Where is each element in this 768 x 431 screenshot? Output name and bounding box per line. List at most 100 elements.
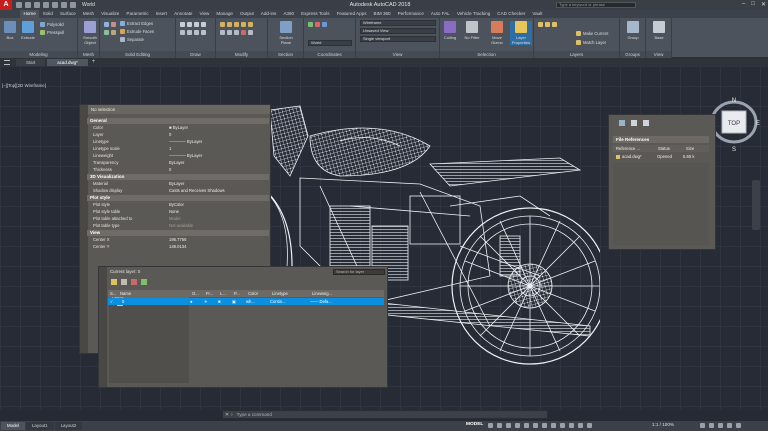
tab-manage[interactable]: Manage: [213, 10, 237, 18]
polar-icon[interactable]: [515, 423, 520, 428]
property-value[interactable]: ByLayer: [169, 160, 184, 166]
property-value[interactable]: ———— ByLayer: [169, 153, 202, 159]
base-tool[interactable]: Base: [650, 21, 668, 40]
tab-home[interactable]: Home: [20, 10, 40, 18]
property-row[interactable]: Layer 0: [87, 132, 269, 138]
smooth-object-tool[interactable]: Smooth Object: [81, 21, 99, 45]
property-value[interactable]: ByColor: [169, 202, 184, 208]
close-icon[interactable]: ✕: [223, 412, 231, 418]
layer-color[interactable]: wh...: [246, 298, 270, 305]
ucs-x-icon[interactable]: [315, 22, 320, 27]
set-current-icon[interactable]: [141, 279, 147, 285]
offset-icon[interactable]: [248, 30, 253, 35]
model-space-toggle[interactable]: MODEL: [466, 422, 483, 427]
property-value[interactable]: 196.7756: [169, 237, 186, 243]
column-header[interactable]: P...: [232, 290, 246, 297]
tab-output[interactable]: Output: [236, 10, 257, 18]
section-general[interactable]: General: [87, 118, 269, 124]
erase-icon[interactable]: [241, 30, 246, 35]
circle-icon[interactable]: [194, 22, 199, 27]
file-tab-0[interactable]: Start: [16, 58, 46, 66]
property-value[interactable]: ByLayer: [169, 181, 184, 187]
command-line[interactable]: ✕ › Type a command: [222, 410, 548, 419]
property-row[interactable]: Lineweight ———— ByLayer: [87, 153, 269, 159]
transparency-icon[interactable]: [551, 423, 556, 428]
open-icon[interactable]: [25, 2, 31, 8]
navigation-bar[interactable]: [752, 180, 760, 230]
rotate-icon[interactable]: [227, 22, 232, 27]
table-row[interactable]: ✓ 0 ● ☀ ■ ▣ wh... Contin... —— Defa...: [108, 298, 384, 305]
tab-bim-360[interactable]: BIM 360: [370, 10, 394, 18]
tab-solid[interactable]: Solid: [39, 10, 56, 18]
layer-linetype[interactable]: Contin...: [270, 298, 310, 305]
redo-icon[interactable]: [70, 2, 76, 8]
copy-icon[interactable]: [234, 22, 239, 27]
property-value[interactable]: 0: [169, 167, 171, 173]
extrude-tool[interactable]: Extrude: [20, 21, 36, 40]
arc-icon[interactable]: [201, 22, 206, 27]
hardware-accel-icon[interactable]: [718, 423, 723, 428]
spline-icon[interactable]: [187, 30, 192, 35]
tab-cad-checker[interactable]: CAD Checker: [494, 10, 529, 18]
menu-icon[interactable]: [4, 59, 10, 65]
ellipse-icon[interactable]: [194, 30, 199, 35]
snap-icon[interactable]: [497, 423, 502, 428]
group-tool[interactable]: Group: [624, 21, 642, 40]
app-logo[interactable]: A: [0, 0, 12, 10]
maximize-button[interactable]: □: [751, 1, 755, 8]
make-current-tool[interactable]: Make Current: [576, 30, 608, 37]
property-row[interactable]: Plot table type Not available: [87, 223, 269, 229]
property-value[interactable]: ■ ByLayer: [169, 125, 188, 131]
printer-icon[interactable]: ▣: [232, 298, 246, 305]
presspull-tool[interactable]: Presspull: [40, 29, 64, 36]
property-value[interactable]: 1: [169, 146, 171, 152]
section-view[interactable]: View: [87, 230, 269, 236]
separate-tool[interactable]: Separate: [120, 36, 144, 43]
tab-mesh[interactable]: Mesh: [79, 10, 97, 18]
property-value[interactable]: None: [169, 209, 179, 215]
intersect-icon[interactable]: [104, 30, 109, 35]
column-header[interactable]: Size: [683, 145, 703, 152]
property-value[interactable]: 0: [169, 132, 171, 138]
selection-dropdown[interactable]: No selection: [88, 105, 270, 114]
column-header[interactable]: L...: [218, 290, 232, 297]
column-header[interactable]: Name: [118, 290, 190, 297]
ucs-z-icon[interactable]: [322, 22, 327, 27]
layer-palette-handle[interactable]: [99, 267, 107, 387]
property-row[interactable]: Material ByLayer: [87, 181, 269, 187]
column-header[interactable]: O...: [190, 290, 204, 297]
scale-icon[interactable]: [227, 30, 232, 35]
ucs-dropdown[interactable]: World: [308, 40, 352, 46]
save-icon[interactable]: [34, 2, 40, 8]
otrack-icon[interactable]: [533, 423, 538, 428]
section-plane-tool[interactable]: Section Plane: [276, 21, 296, 45]
tab-a360[interactable]: A360: [280, 10, 298, 18]
compass-east[interactable]: E: [756, 121, 760, 127]
dynamic-ucs-icon[interactable]: [578, 423, 583, 428]
viewport-controls[interactable]: [–][Top][2D Wireframe]: [2, 83, 46, 88]
layer-lineweight[interactable]: —— Defa...: [310, 298, 350, 305]
selection-cycling-icon[interactable]: [560, 423, 565, 428]
new-icon[interactable]: [16, 2, 22, 8]
line-icon[interactable]: [180, 22, 185, 27]
undo-icon[interactable]: [61, 2, 67, 8]
property-row[interactable]: Plot style ByColor: [87, 202, 269, 208]
section-plot[interactable]: Plot style: [87, 195, 269, 201]
minimize-button[interactable]: –: [742, 1, 745, 8]
property-row[interactable]: Shadow display Casts and Receives Shadows: [87, 188, 269, 194]
property-row[interactable]: Center X 196.7756: [87, 237, 269, 243]
search-input[interactable]: Type a keyword or phrase: [556, 2, 636, 8]
property-row[interactable]: Center Y 148.0134: [87, 244, 269, 250]
polyline-icon[interactable]: [187, 22, 192, 27]
column-header[interactable]: Fr...: [204, 290, 218, 297]
workspace-icon[interactable]: [700, 423, 705, 428]
clean-screen-icon[interactable]: [727, 423, 732, 428]
layer-search-input[interactable]: Search for layer: [333, 269, 385, 275]
isolate-icon[interactable]: [709, 423, 714, 428]
column-header[interactable]: Reference ...: [613, 145, 655, 152]
polysolid-tool[interactable]: Polysolid: [40, 21, 64, 28]
tab-annotate[interactable]: Annotate: [171, 10, 196, 18]
compass-north[interactable]: N: [732, 98, 736, 104]
property-row[interactable]: Transparency ByLayer: [87, 160, 269, 166]
lineweight-icon[interactable]: [542, 423, 547, 428]
